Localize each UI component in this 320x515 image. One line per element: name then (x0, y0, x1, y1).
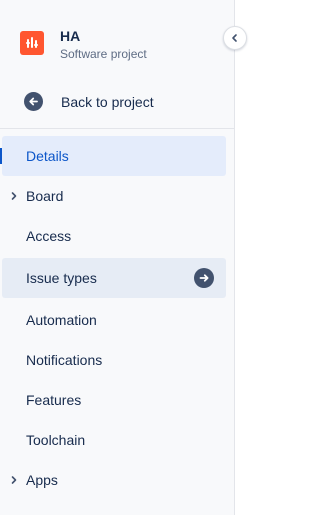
project-header[interactable]: HA Software project (20, 28, 147, 62)
nav-item-label: Details (26, 148, 69, 164)
project-text: HA Software project (60, 28, 147, 62)
nav-item-label: Board (26, 188, 64, 204)
collapse-sidebar-button[interactable] (223, 26, 247, 50)
nav-item-notifications[interactable]: Notifications (2, 340, 226, 380)
chevron-right-icon (10, 475, 18, 485)
nav-item-label: Issue types (26, 270, 97, 286)
back-to-project-label: Back to project (61, 93, 154, 110)
project-settings-icon (26, 37, 38, 48)
chevron-left-icon (232, 34, 237, 42)
arrow-left-circle-icon (24, 92, 43, 111)
nav-item-board[interactable]: Board (2, 176, 226, 216)
nav-item-automation[interactable]: Automation (2, 300, 226, 340)
project-avatar (20, 31, 44, 55)
nav-item-features[interactable]: Features (2, 380, 226, 420)
nav-item-label: Features (26, 392, 82, 408)
back-to-project-link[interactable]: Back to project (24, 92, 154, 111)
nav-item-toolchain[interactable]: Toolchain (2, 420, 226, 460)
nav-item-details[interactable]: Details (2, 136, 226, 176)
arrow-right-circle-icon (194, 268, 214, 288)
nav-item-label: Automation (26, 312, 97, 328)
chevron-right-icon (10, 191, 18, 201)
main-content-edge (236, 0, 256, 515)
nav-item-issue-types[interactable]: Issue types (2, 258, 226, 298)
nav-item-label: Notifications (26, 352, 103, 368)
nav-item-label: Toolchain (26, 432, 86, 448)
nav-item-label: Apps (26, 472, 58, 488)
nav-item-apps[interactable]: Apps (2, 460, 226, 500)
project-settings-sidebar: HA Software project Back to project Deta… (0, 0, 235, 515)
project-name: HA (60, 28, 81, 44)
nav-item-access[interactable]: Access (2, 216, 226, 256)
project-type: Software project (60, 47, 147, 61)
nav-item-label: Access (26, 228, 72, 244)
divider (0, 128, 234, 129)
